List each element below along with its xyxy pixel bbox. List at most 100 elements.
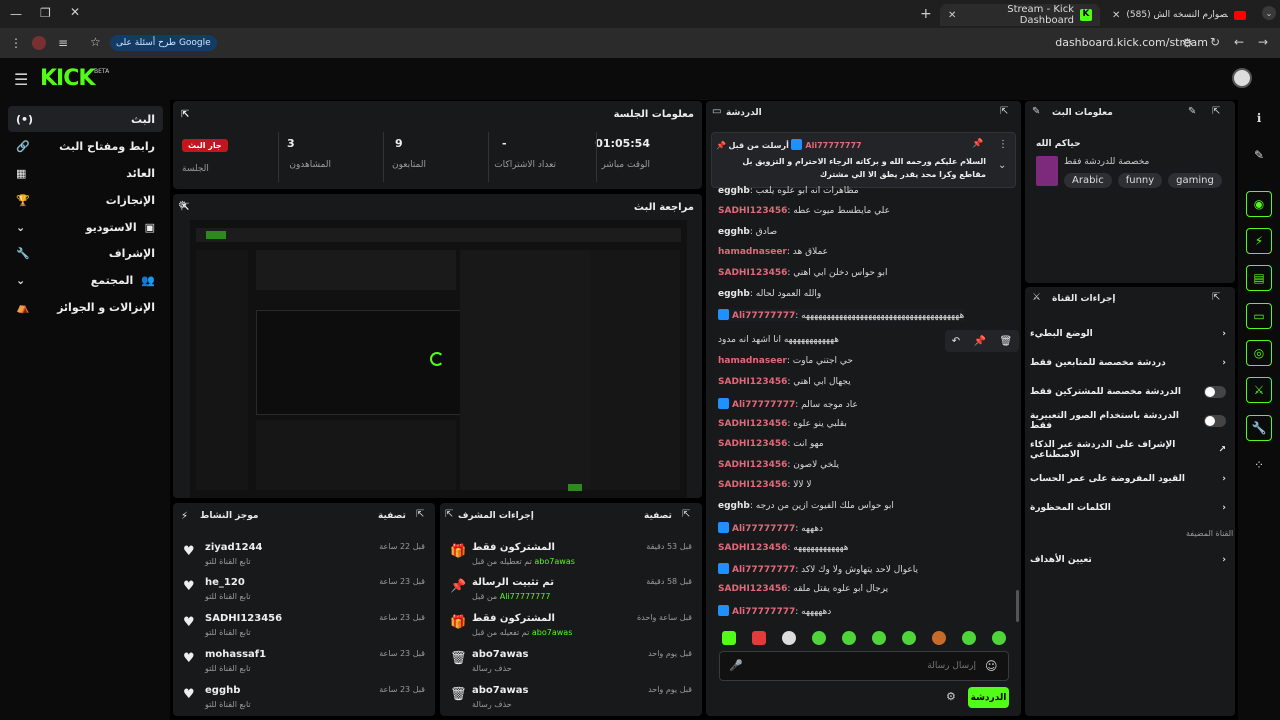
emote-icon[interactable]	[722, 631, 736, 645]
chat-username[interactable]: hamadnaseer	[718, 356, 787, 366]
trash-icon[interactable]: 🗑	[1000, 336, 1013, 347]
sidebar-item-achievements[interactable]: 🏆 الإنجازات	[8, 187, 163, 213]
chat-username[interactable]: SADHI123456	[718, 419, 787, 429]
chat-username[interactable]: Ali77777777	[732, 311, 795, 321]
site-settings-icon[interactable]: ⚙	[1182, 36, 1193, 50]
action-followers-only[interactable]: دردشة مخصصة للمتابعين فقط ›	[1030, 349, 1226, 377]
reading-list-icon[interactable]: ≡	[58, 36, 68, 50]
popout-icon[interactable]: ⇱	[416, 509, 424, 520]
modactions-filter[interactable]: تصفية	[644, 511, 672, 521]
bookmark-star-icon[interactable]: ☆	[90, 35, 101, 49]
activity-filter[interactable]: تصفية	[378, 511, 406, 521]
sidebar-item-community[interactable]: ⌄ المجتمع 👥	[8, 267, 163, 293]
preview-widget-icon[interactable]: ◉	[1246, 191, 1272, 217]
chat-username[interactable]: SADHI123456	[718, 439, 787, 449]
popout-icon[interactable]: ⇱	[1212, 292, 1220, 303]
wrench-widget-icon[interactable]: 🔧	[1246, 415, 1272, 441]
popout-icon[interactable]: ⇱	[682, 509, 690, 520]
info-icon[interactable]: ℹ	[1246, 105, 1272, 131]
microphone-icon[interactable]: 🎤	[729, 659, 743, 672]
restore-icon[interactable]: ❐	[40, 6, 51, 20]
actions-widget-icon[interactable]: ⚔	[1246, 377, 1272, 403]
popout-icon[interactable]: ⇱	[445, 509, 453, 520]
close-icon[interactable]: ✕	[70, 5, 80, 19]
chat-username[interactable]: SADHI123456	[718, 460, 787, 470]
sidebar-item-revenue[interactable]: ▦ العائد	[8, 160, 163, 186]
chat-username[interactable]: SADHI123456	[718, 480, 787, 490]
hamburger-menu-icon[interactable]: ☰	[14, 70, 28, 89]
reload-icon[interactable]: ↻	[1210, 35, 1220, 49]
tab-search-icon[interactable]: ⌄	[1262, 6, 1276, 20]
tab-youtube[interactable]: ✕ (585) صليل الصوارم النسخه الش...	[1104, 4, 1254, 26]
lightning-widget-icon[interactable]: ⚡	[1246, 228, 1272, 254]
tag[interactable]: gaming	[1168, 173, 1222, 188]
tag[interactable]: Arabic	[1064, 173, 1112, 188]
sidebar-item-stream-key[interactable]: 🔗 رابط ومفتاح البث	[8, 133, 163, 159]
chat-username[interactable]: egghb	[718, 227, 750, 237]
pin-icon[interactable]: 📌	[972, 139, 983, 149]
emote-icon[interactable]	[812, 631, 826, 645]
sidebar-item-drops[interactable]: ⛺ الإنزالات و الجوائز	[8, 294, 163, 320]
tag[interactable]: funny	[1117, 173, 1163, 188]
reply-icon[interactable]: ↶	[952, 336, 960, 347]
forward-icon[interactable]: →	[1258, 35, 1268, 49]
emote-only-toggle[interactable]	[1204, 415, 1226, 427]
emote-icon[interactable]	[752, 631, 766, 645]
close-tab-icon[interactable]: ✕	[1112, 10, 1120, 21]
emote-icon[interactable]	[842, 631, 856, 645]
menu-dots-icon[interactable]: ⋮	[10, 36, 22, 50]
kick-logo[interactable]: KICK	[40, 66, 95, 91]
chat-username[interactable]: SADHI123456	[718, 543, 787, 553]
edit-icon[interactable]: ✎	[1188, 106, 1196, 117]
emote-icon[interactable]	[782, 631, 796, 645]
chat-username[interactable]: Ali77777777	[732, 524, 795, 534]
chevron-down-icon[interactable]: ⌄	[998, 160, 1006, 171]
action-subscribers-only[interactable]: الدردشة مخصصة للمشتركين فقط	[1030, 378, 1226, 406]
chat-username[interactable]: Ali77777777	[732, 400, 795, 410]
profile-avatar[interactable]	[32, 36, 46, 50]
popout-icon[interactable]: ⇱	[181, 109, 189, 120]
sidebar-item-studio[interactable]: ⌄ الاستوديو ▣	[8, 214, 163, 240]
google-lens-chip[interactable]: طرح أسئلة على Google	[110, 35, 217, 51]
emote-icon[interactable]	[962, 631, 976, 645]
minimize-icon[interactable]: —	[10, 7, 22, 21]
action-banned-words[interactable]: الكلمات المحظورة ›	[1030, 494, 1226, 522]
chat-username[interactable]: SADHI123456	[718, 206, 787, 216]
layout-widget-icon[interactable]: ⁘	[1246, 452, 1272, 478]
sidebar-item-stream[interactable]: (•) البث	[8, 106, 163, 132]
emote-icon[interactable]	[872, 631, 886, 645]
stream-video[interactable]	[190, 220, 687, 498]
edit-icon[interactable]: ✎	[1246, 142, 1272, 168]
back-icon[interactable]: ←	[1234, 35, 1244, 49]
category-thumbnail[interactable]	[1036, 156, 1058, 186]
chat-scrollbar[interactable]	[1016, 590, 1019, 622]
preview-settings-icon[interactable]: ⚙	[178, 200, 187, 211]
document-widget-icon[interactable]: ▤	[1246, 265, 1272, 291]
emoji-picker-icon[interactable]: ☺	[985, 659, 998, 673]
chat-input[interactable]	[750, 657, 976, 675]
tab-kick-dashboard[interactable]: ✕ Stream - Kick Dashboard K	[940, 4, 1100, 26]
chat-username[interactable]: SADHI123456	[718, 268, 787, 278]
chat-username[interactable]: egghb	[718, 501, 750, 511]
category-name[interactable]: مخصصة للدردشة فقط	[1064, 157, 1149, 167]
chat-username[interactable]: SADHI123456	[718, 377, 787, 387]
chat-username[interactable]: Ali77777777	[732, 565, 795, 575]
user-avatar[interactable]	[1232, 68, 1252, 88]
action-set-goals[interactable]: تعيين الأهداف ›	[1030, 546, 1226, 574]
more-options-icon[interactable]: ⋮	[998, 139, 1008, 150]
popout-icon[interactable]: ⇱	[1000, 106, 1008, 117]
emote-icon[interactable]	[902, 631, 916, 645]
chat-username[interactable]: hamadnaseer	[718, 247, 787, 257]
emote-icon[interactable]	[992, 631, 1006, 645]
subscribers-only-toggle[interactable]	[1204, 386, 1226, 398]
send-chat-button[interactable]: الدردشة	[968, 687, 1009, 708]
close-tab-icon[interactable]: ✕	[948, 10, 956, 21]
action-ai-moderation[interactable]: الإشراف على الدردشة عبر الذكاء الاصطناعي…	[1030, 436, 1226, 464]
chat-username[interactable]: egghb	[718, 289, 750, 299]
chat-settings-icon[interactable]: ⚙	[946, 690, 956, 703]
chat-username[interactable]: SADHI123456	[718, 584, 787, 594]
chat-username[interactable]: Ali77777777	[732, 607, 795, 617]
chat-widget-icon[interactable]: ▭	[1246, 303, 1272, 329]
action-emote-only[interactable]: الدردشة باستخدام الصور التعبيرية فقط	[1030, 407, 1226, 435]
chat-username[interactable]: egghb	[718, 186, 750, 196]
